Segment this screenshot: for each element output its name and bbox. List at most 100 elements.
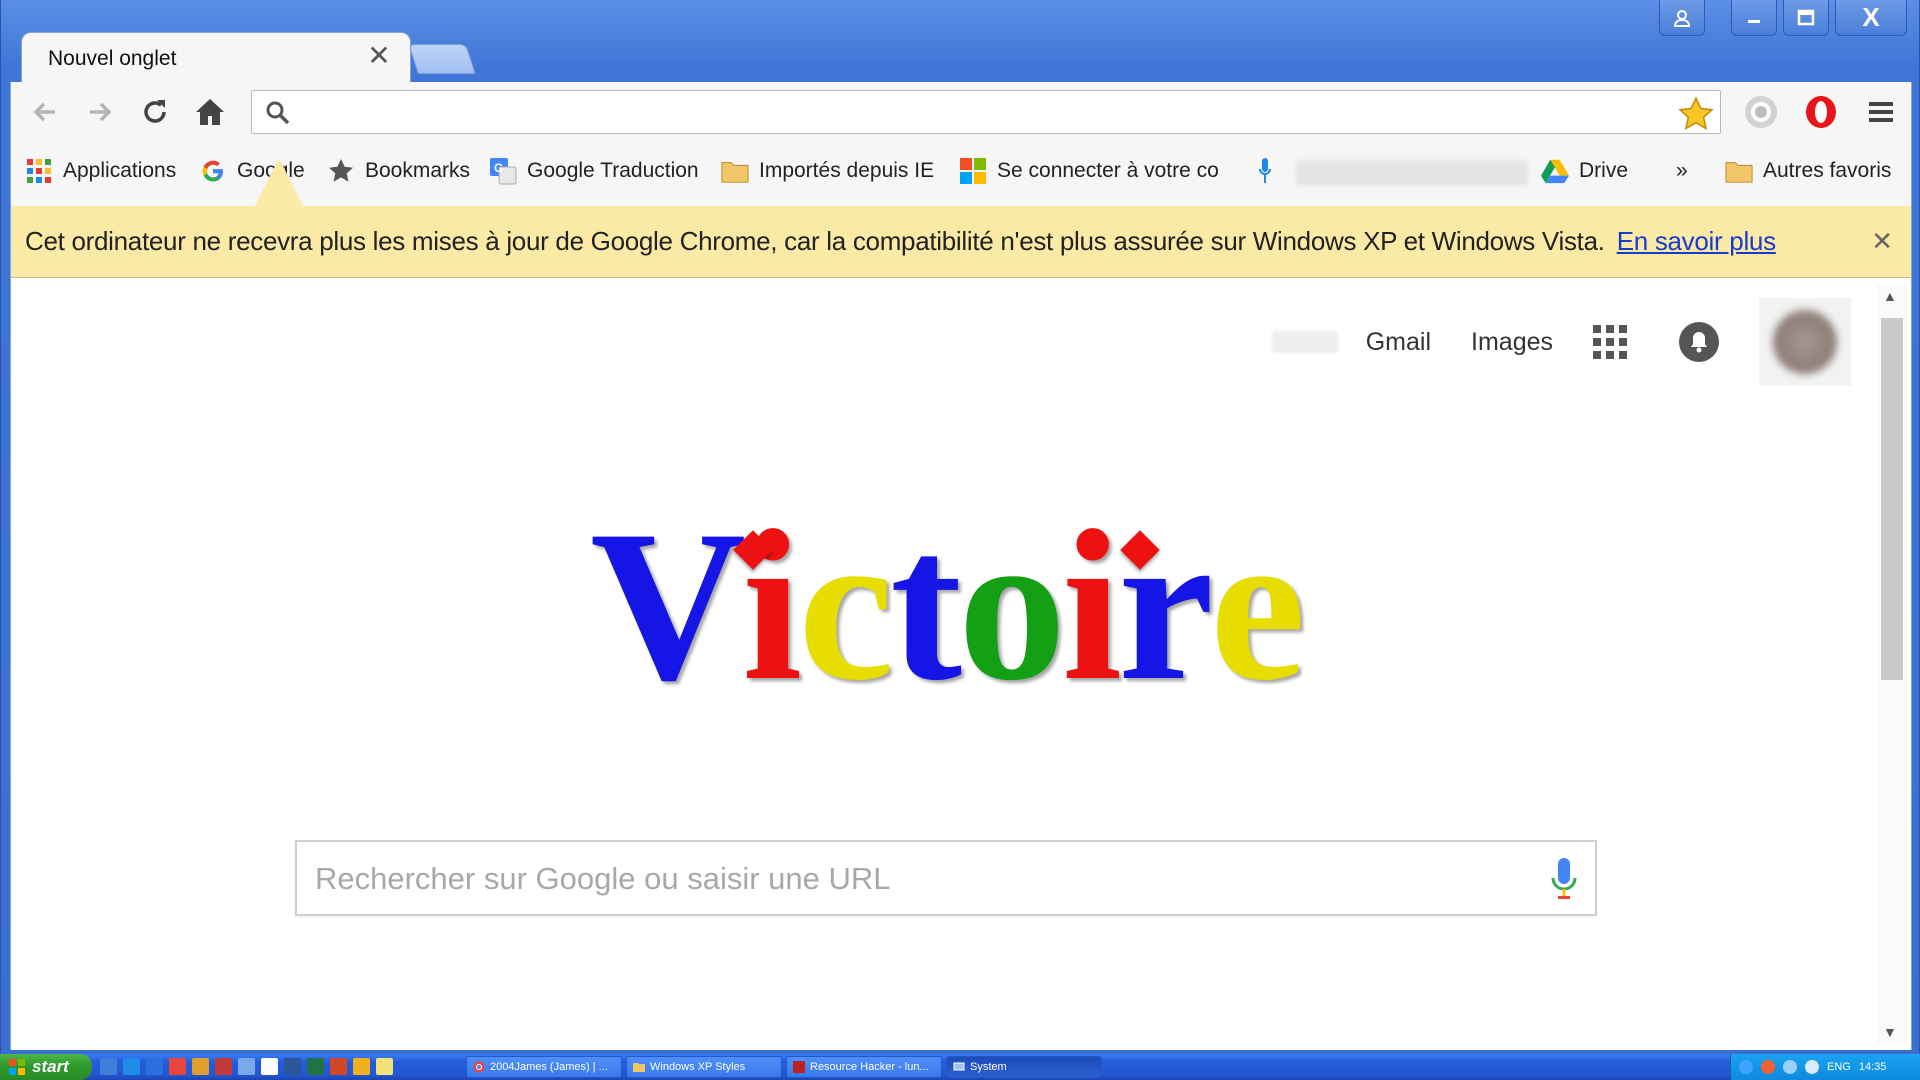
extension-circle-icon: [1745, 96, 1777, 128]
word-icon[interactable]: [284, 1058, 301, 1075]
taskbar-task-resource-hacker[interactable]: Resource Hacker - lun...: [786, 1056, 942, 1078]
task-label: Windows XP Styles: [650, 1061, 746, 1073]
folder-icon: [1725, 157, 1753, 185]
page-scrollbar[interactable]: ▲ ▼: [1877, 284, 1907, 1044]
opera-extension-button[interactable]: [1801, 92, 1841, 132]
tray-app-icon[interactable]: [1761, 1060, 1775, 1074]
home-icon: [196, 99, 224, 125]
notifications-bell-icon[interactable]: [1679, 322, 1719, 362]
powerpoint-icon[interactable]: [330, 1058, 347, 1075]
taskbar-task-xp-styles[interactable]: Windows XP Styles: [626, 1056, 782, 1078]
bookmark-bookmarks[interactable]: Bookmarks: [327, 154, 470, 188]
doodle-logo[interactable]: Victoire: [11, 498, 1881, 714]
hamburger-menu-icon: [1869, 102, 1893, 122]
windows-flag-icon: [9, 1059, 25, 1075]
chrome-menu-button[interactable]: [1861, 92, 1901, 132]
images-link[interactable]: Images: [1471, 328, 1553, 357]
taskbar: start 2004James (James) | ... Windows XP…: [0, 1054, 1920, 1080]
bookmark-google-traduction[interactable]: G Google Traduction: [489, 154, 699, 188]
bookmark-label: Applications: [63, 159, 177, 182]
star-icon: [327, 157, 355, 185]
gmail-link[interactable]: Gmail: [1366, 328, 1431, 357]
minimize-button[interactable]: [1731, 0, 1777, 36]
tray-app-icon[interactable]: [1739, 1060, 1753, 1074]
bookmark-se-connecter[interactable]: Se connecter à votre co: [959, 154, 1222, 188]
start-button[interactable]: start: [0, 1054, 92, 1080]
logo-letter: t: [890, 486, 962, 725]
voice-search-icon[interactable]: [1547, 856, 1581, 904]
forward-button[interactable]: [81, 94, 119, 130]
tray-language[interactable]: ENG: [1827, 1061, 1851, 1073]
bookmarks-overflow-button[interactable]: »: [1676, 154, 1688, 188]
redacted-bookmark[interactable]: [1296, 160, 1528, 186]
scroll-down-icon[interactable]: ▼: [1883, 1024, 1897, 1040]
window-controls: X: [1659, 0, 1907, 36]
taskbar-task-chrome[interactable]: 2004James (James) | ...: [466, 1056, 622, 1078]
google-apps-icon[interactable]: [1593, 325, 1627, 359]
app-icon[interactable]: [376, 1058, 393, 1075]
app-icon[interactable]: [353, 1058, 370, 1075]
ie-icon[interactable]: [123, 1058, 140, 1075]
forward-arrow-icon: [90, 102, 112, 122]
profile-button[interactable]: [1659, 0, 1705, 36]
search-icon: [264, 99, 292, 132]
chrome-icon[interactable]: [169, 1058, 186, 1075]
app-icon[interactable]: [215, 1058, 232, 1075]
logo-letter: i: [1062, 486, 1122, 725]
infobar-message-text: Cet ordinateur ne recevra plus les mises…: [25, 226, 1605, 256]
tab-new-tab[interactable]: Nouvel onglet ✕: [21, 32, 411, 82]
quick-launch: [100, 1058, 393, 1075]
restore-button[interactable]: [1783, 0, 1829, 36]
microsoft-icon: [959, 157, 987, 185]
back-button[interactable]: [26, 94, 64, 130]
avatar-image: [1773, 310, 1837, 374]
infobar-arrow: [255, 158, 303, 206]
bookmark-applications[interactable]: Applications: [25, 154, 176, 188]
home-button[interactable]: [191, 94, 229, 130]
folder-icon: [633, 1063, 645, 1072]
reload-button[interactable]: [136, 94, 174, 130]
task-label: 2004James (James) | ...: [490, 1061, 608, 1073]
infobar-message: Cet ordinateur ne recevra plus les mises…: [25, 226, 1776, 257]
blue-mic-icon: [1251, 157, 1279, 185]
bookmark-importes-ie[interactable]: Importés depuis IE: [721, 154, 934, 188]
logo-letter: o: [958, 486, 1066, 725]
tab-close-icon[interactable]: ✕: [364, 41, 394, 71]
resource-hacker-icon: [793, 1061, 805, 1073]
bookmark-label: Google Traduction: [527, 159, 699, 182]
bookmark-microphone-site[interactable]: [1251, 154, 1279, 188]
bookmark-star-icon[interactable]: [1678, 96, 1714, 135]
tray-clock: 14:35: [1858, 1061, 1887, 1073]
extension-button[interactable]: [1741, 92, 1781, 132]
search-input[interactable]: [315, 856, 1495, 902]
omnibox[interactable]: [251, 90, 1721, 134]
show-desktop-icon[interactable]: [100, 1058, 117, 1075]
learn-more-link[interactable]: En savoir plus: [1617, 226, 1776, 256]
logo-letter: c: [798, 486, 894, 725]
excel-icon[interactable]: [307, 1058, 324, 1075]
title-bar: Nouvel onglet ✕ X: [1, 0, 1920, 82]
system-tray: ENG 14:35: [1730, 1054, 1920, 1080]
bookmark-label: Autres favoris: [1763, 159, 1892, 182]
search-box[interactable]: [295, 840, 1597, 916]
notepad-icon[interactable]: [261, 1058, 278, 1075]
scroll-up-icon[interactable]: ▲: [1883, 288, 1897, 304]
redacted-user-name[interactable]: [1271, 331, 1338, 353]
app-icon[interactable]: [238, 1058, 255, 1075]
bookmark-autres-favoris[interactable]: Autres favoris: [1725, 154, 1891, 188]
bookmark-drive[interactable]: Drive: [1541, 154, 1628, 188]
restore-icon: [1797, 9, 1815, 25]
start-label: start: [32, 1057, 69, 1076]
app-icon[interactable]: [192, 1058, 209, 1075]
task-label: System: [970, 1061, 1007, 1073]
system-icon: [953, 1062, 965, 1071]
close-window-button[interactable]: X: [1835, 0, 1907, 36]
taskbar-task-system[interactable]: System: [946, 1056, 1102, 1078]
edge-icon[interactable]: [146, 1058, 163, 1075]
new-tab-button[interactable]: [408, 44, 476, 74]
tray-network-icon[interactable]: [1783, 1060, 1797, 1074]
account-avatar[interactable]: [1759, 298, 1851, 386]
tray-volume-icon[interactable]: [1805, 1060, 1819, 1074]
infobar-close-icon[interactable]: ✕: [1871, 226, 1893, 257]
scrollbar-thumb[interactable]: [1881, 318, 1903, 680]
